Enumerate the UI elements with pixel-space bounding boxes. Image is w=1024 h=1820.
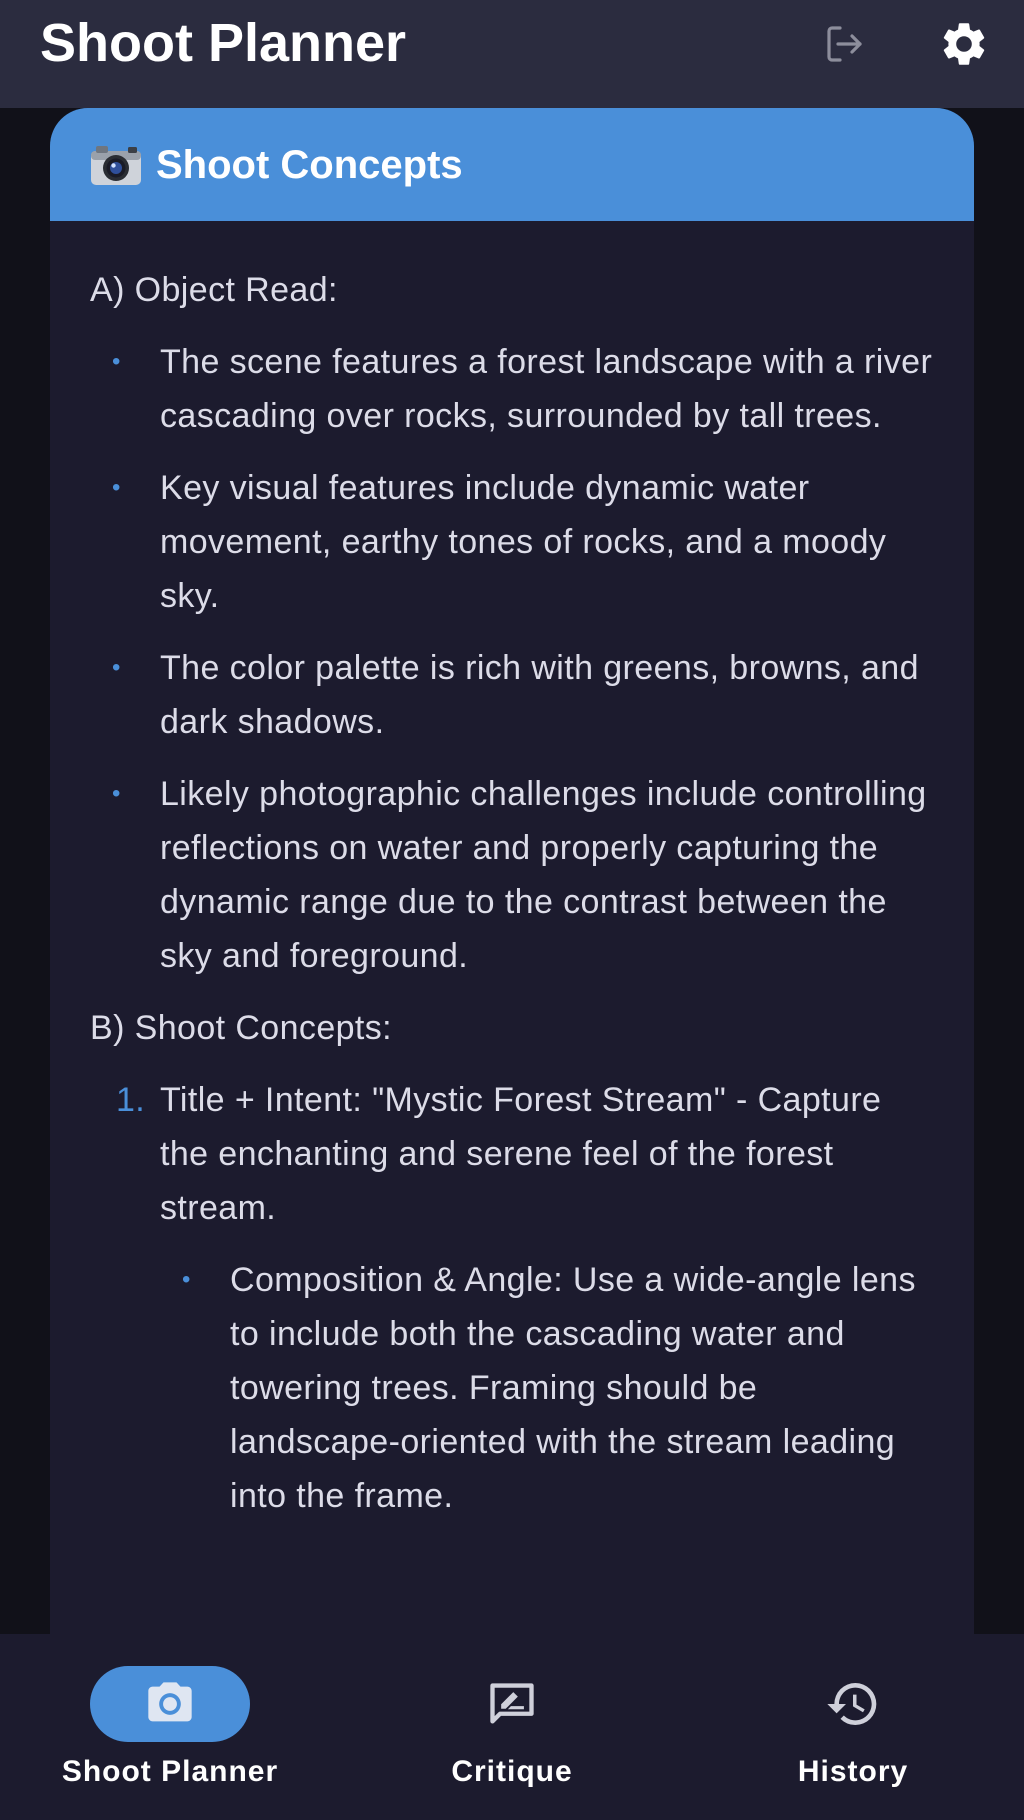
concept-number: 1. [116, 1081, 146, 1119]
nav-label: Critique [451, 1755, 573, 1788]
list-item: • Composition & Angle: Use a wide-angle l… [160, 1253, 934, 1523]
nav-icon-wrap [432, 1666, 592, 1742]
bullet-dot: • [182, 1266, 191, 1293]
logout-icon [827, 26, 862, 62]
list-item: • The scene features a forest landscape w… [90, 335, 934, 443]
section-a-heading: A) Object Read: [90, 271, 338, 309]
camera-icon [148, 1682, 192, 1722]
list-item: • The color palette is rich with greens, … [90, 641, 934, 749]
top-app-bar: Shoot Planner [0, 0, 1024, 108]
list-item: • Key visual features include dynamic wat… [90, 461, 934, 623]
shoot-concepts-card: Shoot Concepts A) Object Read: • The scen… [50, 108, 974, 1634]
history-icon [827, 1683, 877, 1725]
shoot-concepts-list: 1. Title + Intent: "Mystic Forest Stream… [90, 1073, 934, 1523]
card-body: A) Object Read: • The scene features a fo… [50, 221, 974, 1523]
camera-emoji-icon [91, 145, 141, 185]
logout-button[interactable] [816, 16, 872, 72]
gear-icon [943, 23, 985, 65]
rate-review-icon [490, 1683, 534, 1724]
nav-label: History [797, 1755, 909, 1788]
bullet-dot: • [112, 474, 121, 501]
card-title: Shoot Concepts [156, 142, 463, 187]
bullet-dot: • [112, 780, 121, 807]
nav-critique[interactable]: Critique [362, 1666, 662, 1790]
nav-active-indicator [90, 1666, 250, 1742]
bottom-navigation: Shoot Planner Critique History [0, 1634, 1024, 1820]
nav-label: Shoot Planner [61, 1755, 279, 1788]
app-root: Shoot Planner Shoot Concepts A) Object R… [0, 0, 1024, 1820]
nav-history[interactable]: History [703, 1666, 1003, 1790]
card-header: Shoot Concepts [50, 108, 974, 221]
concept-item: 1. Title + Intent: "Mystic Forest Stream… [90, 1073, 934, 1523]
concept-details-list: • Composition & Angle: Use a wide-angle l… [160, 1253, 934, 1523]
nav-shoot-planner[interactable]: Shoot Planner [20, 1666, 320, 1790]
bullet-dot: • [112, 654, 121, 681]
bullet-dot: • [112, 348, 121, 375]
list-item: • Likely photographic challenges include … [90, 767, 934, 983]
app-title: Shoot Planner [40, 13, 407, 73]
section-b-heading: B) Shoot Concepts: [90, 1009, 393, 1047]
nav-icon-wrap [773, 1666, 933, 1742]
object-read-list: • The scene features a forest landscape w… [90, 335, 934, 983]
settings-button[interactable] [936, 16, 992, 72]
concept-text: Title + Intent: "Mystic Forest Stream" -… [160, 1081, 882, 1227]
